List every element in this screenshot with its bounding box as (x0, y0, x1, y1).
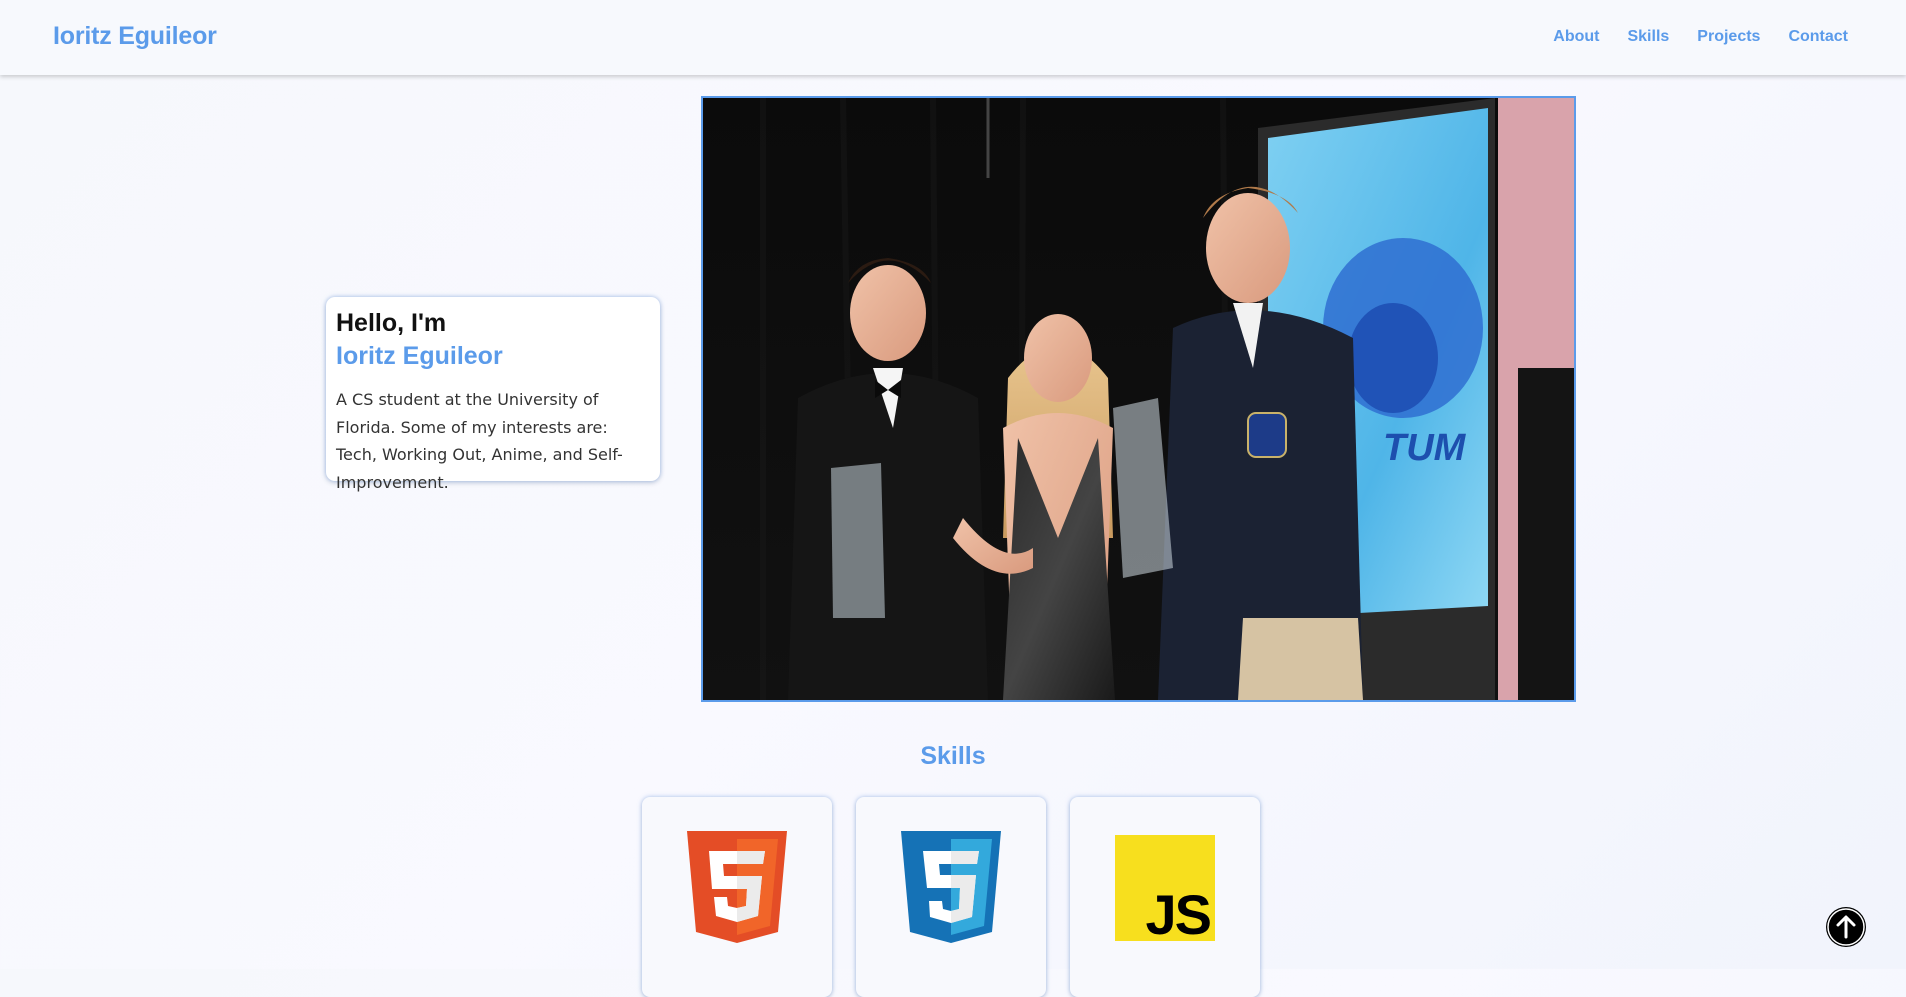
arrow-up-icon (1827, 908, 1865, 946)
svg-text:TUM: TUM (1383, 427, 1467, 469)
nav-link-projects[interactable]: Projects (1697, 28, 1760, 46)
brand-link[interactable]: Ioritz Eguileor (53, 22, 217, 51)
intro-card: Hello, I'm Ioritz Eguileor A CS student … (326, 297, 660, 492)
scroll-top-button[interactable] (1826, 907, 1866, 947)
intro-description: A CS student at the University of Florid… (336, 390, 623, 492)
portrait-photo: TUM (701, 96, 1576, 702)
photo-illustration: TUM (703, 98, 1574, 700)
javascript-icon: JS (1115, 835, 1215, 943)
skill-card-css3 (856, 797, 1046, 997)
css3-icon (901, 831, 1001, 943)
navbar: Ioritz Eguileor About Skills Projects Co… (0, 0, 1906, 75)
nav-link-contact[interactable]: Contact (1788, 28, 1848, 46)
skills-heading: Skills (920, 742, 986, 770)
skill-card-html5 (642, 797, 832, 997)
nav-link-skills[interactable]: Skills (1627, 28, 1669, 46)
name-heading: Ioritz Eguileor (336, 341, 503, 370)
html5-icon (687, 831, 787, 943)
svg-text:JS: JS (1146, 883, 1211, 943)
nav-links: About Skills Projects Contact (1525, 28, 1848, 46)
skill-card-javascript: JS (1070, 797, 1260, 997)
nav-link-about[interactable]: About (1553, 28, 1599, 46)
greeting-heading: Hello, I'm (336, 309, 447, 337)
